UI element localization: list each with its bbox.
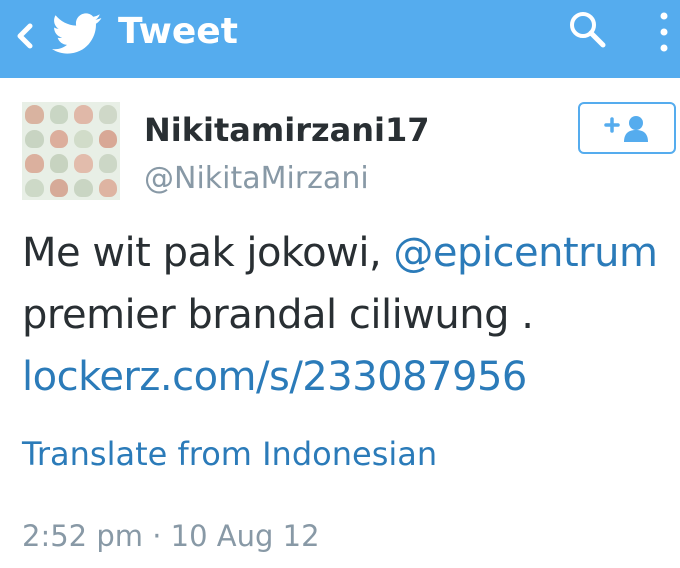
avatar-tile bbox=[98, 154, 117, 173]
tweet-text: Me wit pak jokowi, @epicentrum premier b… bbox=[22, 222, 672, 408]
screen-name[interactable]: @NikitaMirzani bbox=[144, 160, 369, 198]
avatar-tile bbox=[25, 129, 44, 148]
avatar-tile bbox=[25, 154, 44, 173]
add-user-icon bbox=[604, 116, 648, 142]
mention-link[interactable]: @epicentrum bbox=[393, 230, 658, 276]
avatar-tile bbox=[49, 105, 68, 124]
translate-link[interactable]: Translate from Indonesian bbox=[22, 432, 437, 476]
avatar-tile bbox=[74, 154, 93, 173]
avatar-tile bbox=[25, 105, 44, 124]
page-title: Tweet bbox=[118, 11, 238, 52]
url-link[interactable]: lockerz.com/s/233087956 bbox=[22, 354, 527, 400]
avatar-tile bbox=[49, 129, 68, 148]
tweet-line-3: lockerz.com/s/233087956 bbox=[22, 346, 672, 408]
avatar-tile bbox=[74, 129, 93, 148]
tweet-text-plain: Me wit pak jokowi, bbox=[22, 230, 394, 276]
avatar-tile bbox=[49, 178, 68, 197]
timestamp: 2:52 pm · 10 Aug 12 bbox=[22, 519, 320, 553]
avatar-tile bbox=[25, 178, 44, 197]
avatar-tile bbox=[74, 178, 93, 197]
follow-button[interactable] bbox=[578, 102, 676, 154]
avatar-tile bbox=[98, 105, 117, 124]
display-name[interactable]: Nikitamirzani17 bbox=[144, 110, 429, 150]
twitter-bird-icon[interactable] bbox=[52, 12, 102, 56]
tweet-line-2: premier brandal ciliwung . bbox=[22, 292, 534, 338]
avatar-tile bbox=[49, 154, 68, 173]
avatar-tile bbox=[98, 129, 117, 148]
avatar-tile bbox=[74, 105, 93, 124]
overflow-menu-icon[interactable] bbox=[652, 8, 676, 56]
app-bar: Tweet bbox=[0, 0, 680, 78]
search-icon[interactable] bbox=[566, 8, 610, 52]
avatar-tile bbox=[98, 178, 117, 197]
avatar[interactable] bbox=[22, 102, 120, 200]
back-chevron-icon[interactable] bbox=[10, 18, 38, 54]
tweet-line-1: Me wit pak jokowi, @epicentrum bbox=[22, 222, 672, 284]
